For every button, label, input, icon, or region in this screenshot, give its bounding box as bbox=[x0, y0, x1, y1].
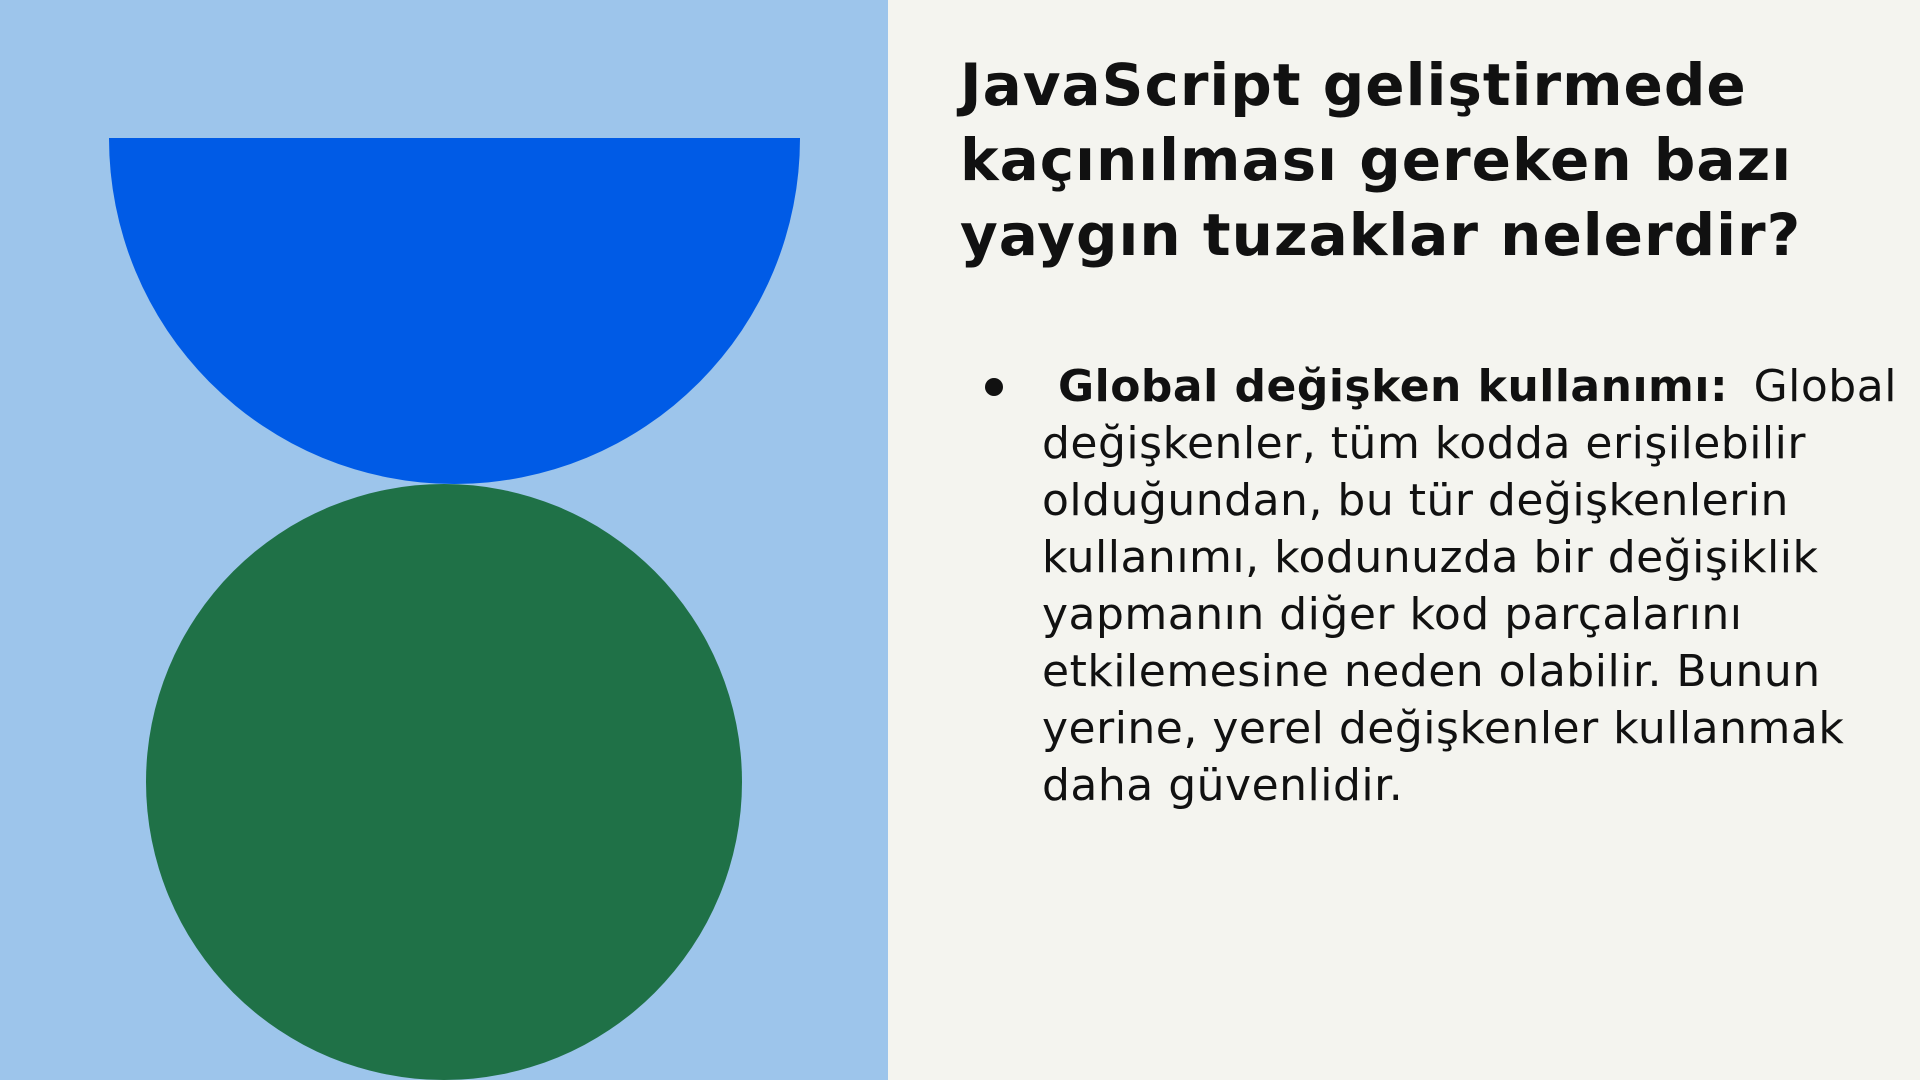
bullet-list-item: Global değişken kullanımı: Global değişk… bbox=[985, 358, 1902, 814]
bullet-dot-icon bbox=[985, 378, 1003, 396]
bullet-list: Global değişken kullanımı: Global değişk… bbox=[985, 358, 1902, 814]
bullet-text: Global değişkenler, tüm kodda erişilebil… bbox=[1042, 361, 1897, 811]
green-circle-shape bbox=[146, 484, 742, 1080]
bullet-term: Global değişken kullanımı: bbox=[1058, 361, 1729, 412]
slide-title: JavaScript geliştirmede kaçınılması gere… bbox=[960, 51, 1802, 269]
blue-half-circle-shape bbox=[109, 138, 800, 484]
slide-content-panel: JavaScript geliştirmede kaçınılması gere… bbox=[888, 0, 1920, 1080]
decorative-art-panel bbox=[0, 0, 888, 1080]
